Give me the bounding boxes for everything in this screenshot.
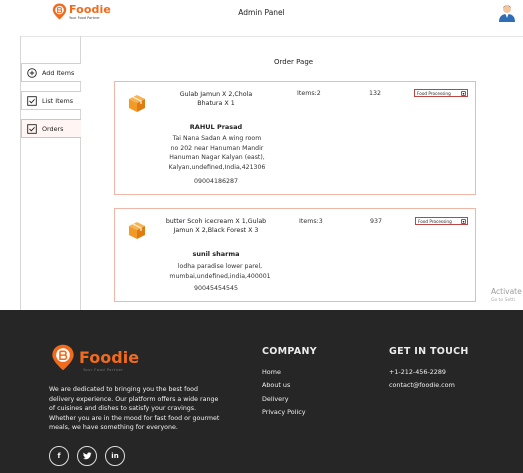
customer-name: sunil sharma — [192, 250, 240, 258]
activate-watermark: Activate — [491, 287, 522, 296]
linkedin-icon[interactable]: in — [105, 446, 125, 466]
contact-heading: GET IN TOUCH — [389, 346, 469, 357]
address-line: Kalyan,undefined,India,421306 — [168, 163, 266, 171]
address-line: mumbai,undefined,india,400001 — [169, 272, 271, 280]
company-heading: COMPANY — [262, 346, 317, 357]
checkbox-icon — [27, 123, 37, 134]
order-status-value: Food Processing — [418, 218, 452, 224]
sidebar-item-list-items[interactable]: List Items — [21, 91, 81, 110]
customer-phone: 09004186287 — [193, 178, 239, 185]
plus-circle-icon — [27, 67, 37, 78]
top-bar: Foodie Your Food Partner Admin Panel — [0, 0, 523, 28]
order-amount: 132 — [369, 90, 382, 97]
customer-phone: 90045454545 — [193, 285, 239, 292]
facebook-icon[interactable]: f — [49, 446, 69, 466]
chevron-down-icon: ▾ — [461, 218, 466, 224]
address-line: no 202 near Hanuman Mandir — [170, 144, 264, 152]
order-page-title: Order Page — [274, 58, 314, 66]
logo-pin-icon — [52, 344, 74, 371]
checkbox-icon — [27, 95, 37, 106]
twitter-icon[interactable] — [77, 446, 97, 466]
contact-phone[interactable]: +1-212-456-2289 — [389, 368, 446, 376]
profile-avatar-icon[interactable] — [498, 4, 516, 22]
sidebar-item-add-items[interactable]: Add Items — [21, 63, 81, 82]
customer-address: Tai Nana Sadan A wing room no 202 near H… — [157, 134, 277, 172]
customer-address: lodha paradise lower parel, mumbai,undef… — [157, 262, 283, 281]
customer-name: RAHUL Prasad — [189, 123, 243, 131]
order-status-select[interactable]: Food Processing ▾ — [414, 89, 468, 97]
content-top-border — [20, 36, 523, 37]
order-status-select[interactable]: Food Processing ▾ — [415, 217, 468, 225]
order-status-value: Food Processing — [417, 90, 451, 96]
page-title: Admin Panel — [238, 8, 285, 17]
activate-watermark-sub: Go to Setti — [491, 298, 516, 303]
address-line: lodha paradise lower parel, — [177, 263, 263, 270]
footer-link-about[interactable]: About us — [262, 381, 290, 389]
order-item-count: Items:2 — [297, 90, 321, 97]
order-items-line: Gulab Jamun X 2,Chola — [179, 91, 253, 98]
footer-description: We are dedicated to bringing you the bes… — [49, 386, 220, 431]
order-items: Gulab Jamun X 2,Chola Bhatura X 1 — [167, 90, 265, 108]
footer-link-home[interactable]: Home — [262, 368, 281, 376]
footer-logo-name: Foodie — [79, 347, 140, 367]
footer-logo-tagline: Your Food Partner — [83, 367, 124, 372]
chevron-down-icon: ▾ — [461, 90, 466, 96]
order-card: Gulab Jamun X 2,Chola Bhatura X 1 Items:… — [114, 81, 476, 195]
order-item-count: Items:3 — [299, 218, 323, 225]
footer: Foodie Your Food Partner We are dedicate… — [0, 310, 523, 473]
order-items: butter Scoh icecream X 1,Gulab Jamun X 2… — [157, 217, 275, 235]
order-amount: 937 — [370, 218, 383, 225]
order-items-line: butter Scoh icecream X 1,Gulab — [165, 218, 267, 225]
social-links: f in — [49, 446, 125, 466]
order-card: butter Scoh icecream X 1,Gulab Jamun X 2… — [114, 208, 476, 302]
parcel-box-icon — [127, 93, 147, 113]
sidebar-item-label: List Items — [42, 96, 74, 105]
parcel-box-icon — [127, 220, 147, 240]
sidebar-item-label: Orders — [42, 124, 64, 133]
contact-email[interactable]: contact@foodie.com — [389, 381, 455, 389]
sidebar-item-label: Add Items — [42, 68, 75, 77]
order-items-line: Bhatura X 1 — [197, 100, 235, 107]
footer-link-delivery[interactable]: Delivery — [262, 395, 289, 403]
footer-link-privacy[interactable]: Privacy Policy — [262, 408, 306, 416]
order-items-line: Jamun X 2,Black Forest X 3 — [173, 227, 259, 234]
address-line: Tai Nana Sadan A wing room — [172, 135, 262, 142]
sidebar-item-orders[interactable]: Orders — [21, 119, 81, 138]
address-line: Hanuman Nagar Kalyan (east), — [169, 154, 265, 161]
